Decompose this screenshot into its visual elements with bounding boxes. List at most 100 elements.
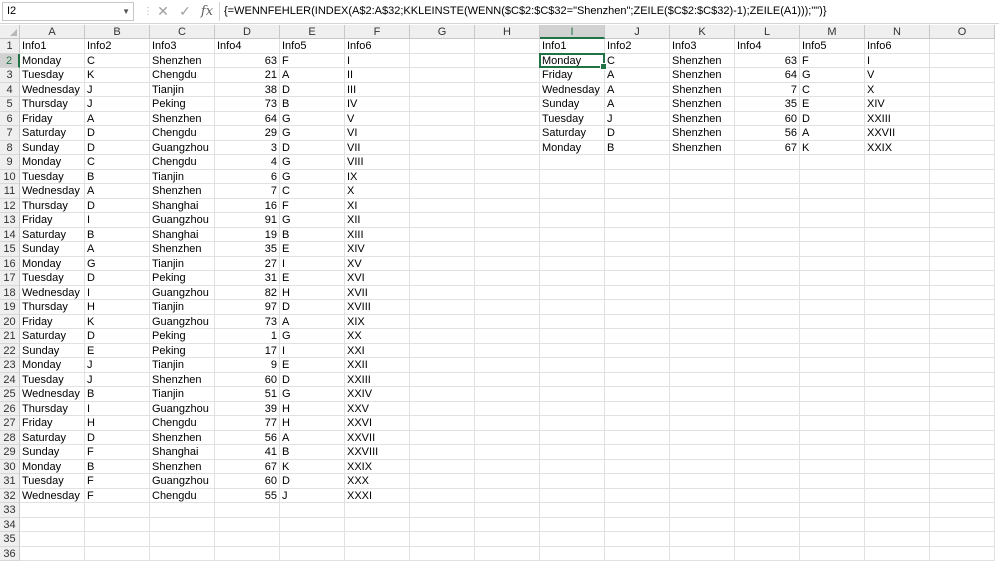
cell-i7[interactable]: Saturday (540, 126, 605, 141)
cell-h26[interactable] (475, 401, 540, 416)
cell-h7[interactable] (475, 126, 540, 141)
cell-l12[interactable] (735, 198, 800, 213)
cell-k23[interactable] (670, 358, 735, 373)
cell-a9[interactable]: Monday (20, 155, 85, 170)
row-header-3[interactable]: 3 (0, 68, 20, 83)
cell-h30[interactable] (475, 459, 540, 474)
cell-n30[interactable] (865, 459, 930, 474)
row-header-9[interactable]: 9 (0, 155, 20, 170)
row-header-7[interactable]: 7 (0, 126, 20, 141)
cell-f17[interactable]: XVI (345, 271, 410, 286)
cell-e30[interactable]: K (280, 459, 345, 474)
cell-b32[interactable]: F (85, 488, 150, 503)
cell-h8[interactable] (475, 140, 540, 155)
row-header-35[interactable]: 35 (0, 532, 20, 547)
cell-o4[interactable] (930, 82, 995, 97)
cell-l16[interactable] (735, 256, 800, 271)
cell-e7[interactable]: G (280, 126, 345, 141)
cell-g10[interactable] (410, 169, 475, 184)
cell-e5[interactable]: B (280, 97, 345, 112)
cell-d9[interactable]: 4 (215, 155, 280, 170)
cell-c3[interactable]: Chengdu (150, 68, 215, 83)
cell-j9[interactable] (605, 155, 670, 170)
cell-n8[interactable]: XXIX (865, 140, 930, 155)
cell-c7[interactable]: Chengdu (150, 126, 215, 141)
cell-j19[interactable] (605, 300, 670, 315)
cell-b25[interactable]: B (85, 387, 150, 402)
cell-e4[interactable]: D (280, 82, 345, 97)
cell-j21[interactable] (605, 329, 670, 344)
cell-d3[interactable]: 21 (215, 68, 280, 83)
cell-m9[interactable] (800, 155, 865, 170)
cell-o20[interactable] (930, 314, 995, 329)
cell-f22[interactable]: XXI (345, 343, 410, 358)
cell-e34[interactable] (280, 517, 345, 532)
cell-d4[interactable]: 38 (215, 82, 280, 97)
cell-d6[interactable]: 64 (215, 111, 280, 126)
cell-l8[interactable]: 67 (735, 140, 800, 155)
cell-h3[interactable] (475, 68, 540, 83)
row-header-21[interactable]: 21 (0, 329, 20, 344)
cell-o8[interactable] (930, 140, 995, 155)
cell-f15[interactable]: XIV (345, 242, 410, 257)
cell-l30[interactable] (735, 459, 800, 474)
enter-icon[interactable]: ✓ (176, 2, 194, 21)
cell-k29[interactable] (670, 445, 735, 460)
cell-j7[interactable]: D (605, 126, 670, 141)
cell-c28[interactable]: Shenzhen (150, 430, 215, 445)
cell-d29[interactable]: 41 (215, 445, 280, 460)
cell-d30[interactable]: 67 (215, 459, 280, 474)
cell-e15[interactable]: E (280, 242, 345, 257)
cell-j4[interactable]: A (605, 82, 670, 97)
cell-h4[interactable] (475, 82, 540, 97)
cell-a3[interactable]: Tuesday (20, 68, 85, 83)
cell-a7[interactable]: Saturday (20, 126, 85, 141)
cell-k26[interactable] (670, 401, 735, 416)
cell-c5[interactable]: Peking (150, 97, 215, 112)
cell-o34[interactable] (930, 517, 995, 532)
cell-i12[interactable] (540, 198, 605, 213)
row-header-10[interactable]: 10 (0, 169, 20, 184)
cell-d35[interactable] (215, 532, 280, 547)
cell-b15[interactable]: A (85, 242, 150, 257)
cell-l26[interactable] (735, 401, 800, 416)
cell-a29[interactable]: Sunday (20, 445, 85, 460)
cell-b34[interactable] (85, 517, 150, 532)
cell-m26[interactable] (800, 401, 865, 416)
cell-c14[interactable]: Shanghai (150, 227, 215, 242)
cell-a5[interactable]: Thursday (20, 97, 85, 112)
cell-l6[interactable]: 60 (735, 111, 800, 126)
cell-d11[interactable]: 7 (215, 184, 280, 199)
cell-d15[interactable]: 35 (215, 242, 280, 257)
cell-k18[interactable] (670, 285, 735, 300)
cell-d22[interactable]: 17 (215, 343, 280, 358)
cell-e8[interactable]: D (280, 140, 345, 155)
cell-e19[interactable]: D (280, 300, 345, 315)
cell-i14[interactable] (540, 227, 605, 242)
cell-d12[interactable]: 16 (215, 198, 280, 213)
cell-b36[interactable] (85, 546, 150, 561)
cell-g3[interactable] (410, 68, 475, 83)
cell-m3[interactable]: G (800, 68, 865, 83)
cell-g30[interactable] (410, 459, 475, 474)
cell-i31[interactable] (540, 474, 605, 489)
cell-k33[interactable] (670, 503, 735, 518)
cell-b1[interactable]: Info2 (85, 39, 150, 54)
cell-j10[interactable] (605, 169, 670, 184)
cell-b2[interactable]: C (85, 53, 150, 68)
cell-i8[interactable]: Monday (540, 140, 605, 155)
cell-c34[interactable] (150, 517, 215, 532)
cell-l18[interactable] (735, 285, 800, 300)
cell-f1[interactable]: Info6 (345, 39, 410, 54)
cell-f26[interactable]: XXV (345, 401, 410, 416)
row-header-17[interactable]: 17 (0, 271, 20, 286)
cell-n22[interactable] (865, 343, 930, 358)
cell-i34[interactable] (540, 517, 605, 532)
row-header-5[interactable]: 5 (0, 97, 20, 112)
cell-e17[interactable]: E (280, 271, 345, 286)
cell-l4[interactable]: 7 (735, 82, 800, 97)
cell-c22[interactable]: Peking (150, 343, 215, 358)
cell-m20[interactable] (800, 314, 865, 329)
cell-d1[interactable]: Info4 (215, 39, 280, 54)
cell-l31[interactable] (735, 474, 800, 489)
